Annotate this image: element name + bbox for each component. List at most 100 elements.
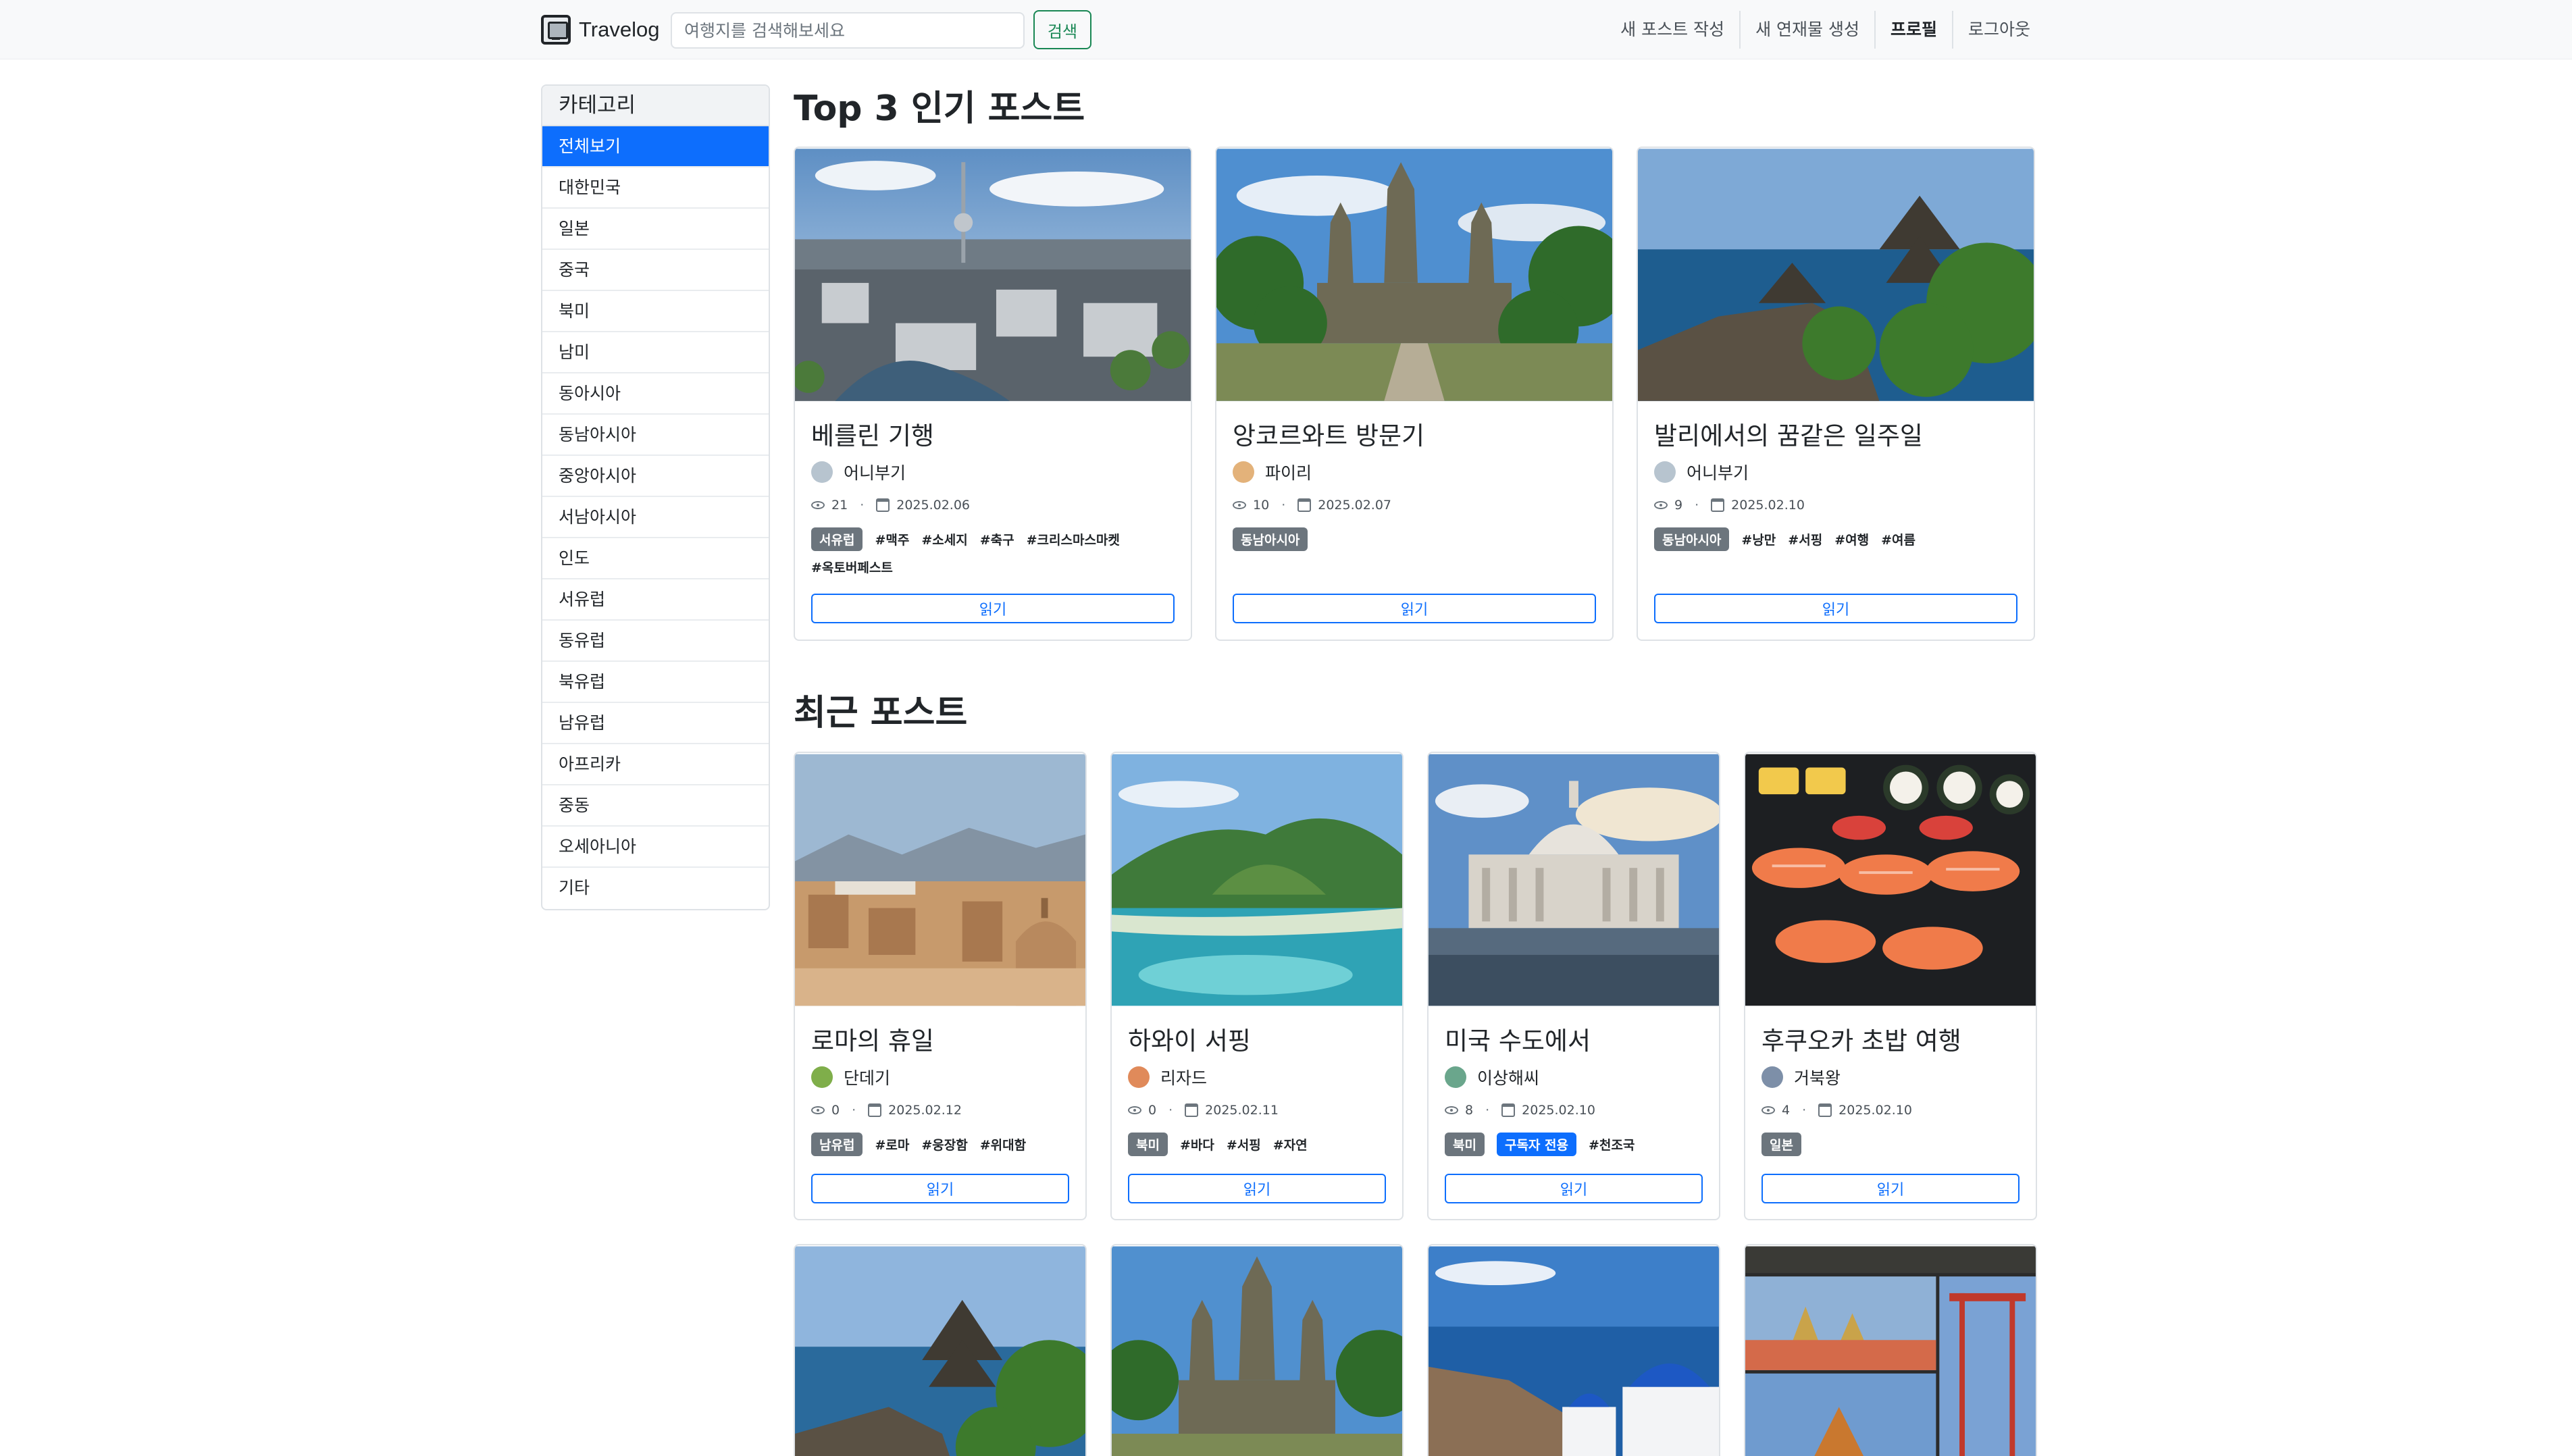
post-card[interactable]: 미국 수도에서 이상해씨 8 · 2025.02.10 북미 구독자 전용 #천조국… bbox=[1427, 752, 1720, 1220]
views-icon bbox=[811, 1106, 825, 1114]
post-author: 어니부기 bbox=[811, 460, 1175, 484]
hashtag[interactable]: #맥주 bbox=[875, 530, 909, 548]
hashtag[interactable]: #자연 bbox=[1273, 1135, 1308, 1153]
nav-links: 새 포스트 작성 새 연재물 생성 프로필 로그아웃 bbox=[1605, 11, 2045, 49]
card-body: 후쿠오카 초밥 여행 거북왕 4 · 2025.02.10 일본 bbox=[1745, 1007, 2036, 1156]
top-posts-heading: Top 3 인기 포스트 bbox=[794, 88, 1085, 129]
card-body: 로마의 휴일 단데기 0 · 2025.02.12 남유럽 #로마 #웅장함 #위대… bbox=[795, 1007, 1085, 1156]
hashtag[interactable]: #낭만 bbox=[1741, 530, 1776, 548]
post-card[interactable]: 하와이 서핑 리자드 0 · 2025.02.11 북미 #바다 #서핑 #자연 읽… bbox=[1110, 752, 1404, 1220]
sidebar-item-east-asia[interactable]: 동아시아 bbox=[542, 373, 769, 415]
new-series-link[interactable]: 새 연재물 생성 bbox=[1741, 11, 1876, 49]
sidebar-item-korea[interactable]: 대한민국 bbox=[542, 167, 769, 209]
hashtag[interactable]: #소세지 bbox=[921, 530, 967, 548]
post-card[interactable] bbox=[794, 1244, 1087, 1456]
read-button[interactable]: 읽기 bbox=[811, 594, 1175, 623]
sidebar-item-southeast-asia[interactable]: 동남아시아 bbox=[542, 415, 769, 456]
post-card[interactable]: 로마의 휴일 단데기 0 · 2025.02.12 남유럽 #로마 #웅장함 #위대… bbox=[794, 752, 1087, 1220]
post-card[interactable]: 베를린 기행 어니부기 21 · 2025.02.06 서유럽 #맥주 #소세지 #… bbox=[794, 147, 1192, 641]
calendar-icon bbox=[1818, 1103, 1832, 1117]
sidebar-item-japan[interactable]: 일본 bbox=[542, 209, 769, 250]
meta-separator: · bbox=[1168, 1103, 1173, 1118]
post-title: 로마의 휴일 bbox=[811, 1026, 934, 1056]
read-button[interactable]: 읽기 bbox=[1233, 594, 1596, 623]
search-input[interactable] bbox=[671, 12, 1025, 49]
sidebar-item-other[interactable]: 기타 bbox=[542, 868, 769, 909]
sidebar-item-middle-east[interactable]: 중동 bbox=[542, 785, 769, 827]
category-badge: 북미 bbox=[1445, 1133, 1485, 1156]
hashtag[interactable]: #바다 bbox=[1180, 1135, 1214, 1153]
profile-link[interactable]: 프로필 bbox=[1876, 11, 1953, 49]
brand-name: Travelog bbox=[579, 18, 660, 41]
read-button[interactable]: 읽기 bbox=[1445, 1174, 1703, 1203]
post-author: 거북왕 bbox=[1761, 1065, 2020, 1089]
sidebar-item-africa[interactable]: 아프리카 bbox=[542, 744, 769, 785]
sidebar-item-all[interactable]: 전체보기 bbox=[542, 126, 769, 167]
post-card[interactable] bbox=[1110, 1244, 1404, 1456]
card-body: 발리에서의 꿈같은 일주일 어니부기 9 · 2025.02.10 동남아시아 #낭… bbox=[1638, 402, 2034, 551]
post-card[interactable]: 후쿠오카 초밥 여행 거북왕 4 · 2025.02.10 일본 읽기 bbox=[1744, 752, 2037, 1220]
post-title: 발리에서의 꿈같은 일주일 bbox=[1654, 421, 1923, 450]
sidebar-item-southwest-asia[interactable]: 서남아시아 bbox=[542, 497, 769, 538]
category-badge: 일본 bbox=[1761, 1133, 1801, 1156]
sidebar-item-eastern-europe[interactable]: 동유럽 bbox=[542, 621, 769, 662]
post-card[interactable]: 앙코르와트 방문기 파이리 10 · 2025.02.07 동남아시아 읽기 bbox=[1215, 147, 1614, 641]
top-navbar: Travelog 검색 새 포스트 작성 새 연재물 생성 프로필 로그아웃 bbox=[0, 0, 2572, 59]
post-card[interactable] bbox=[1427, 1244, 1720, 1456]
post-card[interactable]: 발리에서의 꿈같은 일주일 어니부기 9 · 2025.02.10 동남아시아 #낭… bbox=[1637, 147, 2035, 641]
post-meta: 0 · 2025.02.12 bbox=[811, 1103, 1069, 1118]
sidebar-item-western-europe[interactable]: 서유럽 bbox=[542, 579, 769, 621]
sidebar-item-china[interactable]: 중국 bbox=[542, 250, 769, 291]
meta-separator: · bbox=[860, 498, 865, 513]
sidebar-item-southern-europe[interactable]: 남유럽 bbox=[542, 703, 769, 744]
hashtag[interactable]: #웅장함 bbox=[921, 1135, 967, 1153]
angkor-wat-image bbox=[1216, 149, 1612, 401]
search-button[interactable]: 검색 bbox=[1033, 10, 1091, 49]
sidebar-item-central-asia[interactable]: 중앙아시아 bbox=[542, 456, 769, 497]
post-tags: 서유럽 #맥주 #소세지 #축구 #크리스마스마켓 #옥토버페스트 bbox=[811, 527, 1175, 576]
hashtag[interactable]: #옥토버페스트 bbox=[811, 558, 893, 576]
post-card[interactable] bbox=[1744, 1244, 2037, 1456]
hashtag[interactable]: #서핑 bbox=[1227, 1135, 1261, 1153]
views-icon bbox=[1761, 1106, 1775, 1114]
read-button[interactable]: 읽기 bbox=[1654, 594, 2017, 623]
post-title: 베를린 기행 bbox=[811, 421, 934, 450]
hashtag[interactable]: #여름 bbox=[1881, 530, 1915, 548]
sidebar-item-oceania[interactable]: 오세아니아 bbox=[542, 827, 769, 868]
logout-link[interactable]: 로그아웃 bbox=[1953, 11, 2045, 49]
bali-temple-image bbox=[795, 1246, 1085, 1456]
brand-link[interactable]: Travelog bbox=[541, 15, 659, 45]
sidebar-item-north-america[interactable]: 북미 bbox=[542, 291, 769, 332]
hashtag[interactable]: #서핑 bbox=[1788, 530, 1822, 548]
calendar-icon bbox=[1711, 498, 1725, 512]
hashtag[interactable]: #크리스마스마켓 bbox=[1027, 530, 1120, 548]
view-count: 9 bbox=[1674, 498, 1683, 513]
author-avatar bbox=[1233, 461, 1254, 483]
author-avatar bbox=[1654, 461, 1676, 483]
post-author: 파이리 bbox=[1233, 460, 1596, 484]
calendar-icon bbox=[868, 1103, 882, 1117]
new-post-link[interactable]: 새 포스트 작성 bbox=[1605, 11, 1741, 49]
read-button[interactable]: 읽기 bbox=[1761, 1174, 2020, 1203]
views-icon bbox=[1233, 501, 1246, 509]
hashtag[interactable]: #위대함 bbox=[980, 1135, 1026, 1153]
hashtag[interactable]: #천조국 bbox=[1589, 1135, 1635, 1153]
hashtag[interactable]: #로마 bbox=[875, 1135, 909, 1153]
sidebar-item-south-america[interactable]: 남미 bbox=[542, 332, 769, 373]
read-button[interactable]: 읽기 bbox=[1128, 1174, 1386, 1203]
sidebar-title: 카테고리 bbox=[542, 86, 769, 126]
post-tags: 동남아시아 bbox=[1233, 527, 1596, 551]
sidebar-item-northern-europe[interactable]: 북유럽 bbox=[542, 662, 769, 703]
post-tags: 북미 구독자 전용 #천조국 bbox=[1445, 1133, 1703, 1156]
post-author: 리자드 bbox=[1128, 1065, 1386, 1089]
sidebar-item-india[interactable]: 인도 bbox=[542, 538, 769, 579]
post-date: 2025.02.11 bbox=[1205, 1103, 1279, 1118]
hashtag[interactable]: #축구 bbox=[980, 530, 1014, 548]
author-name: 단데기 bbox=[844, 1068, 891, 1088]
post-author: 어니부기 bbox=[1654, 460, 2017, 484]
hashtag[interactable]: #여행 bbox=[1834, 530, 1869, 548]
author-avatar bbox=[1445, 1066, 1466, 1088]
read-button[interactable]: 읽기 bbox=[811, 1174, 1069, 1203]
view-count: 8 bbox=[1465, 1103, 1474, 1118]
berlin-city-image bbox=[795, 149, 1191, 401]
